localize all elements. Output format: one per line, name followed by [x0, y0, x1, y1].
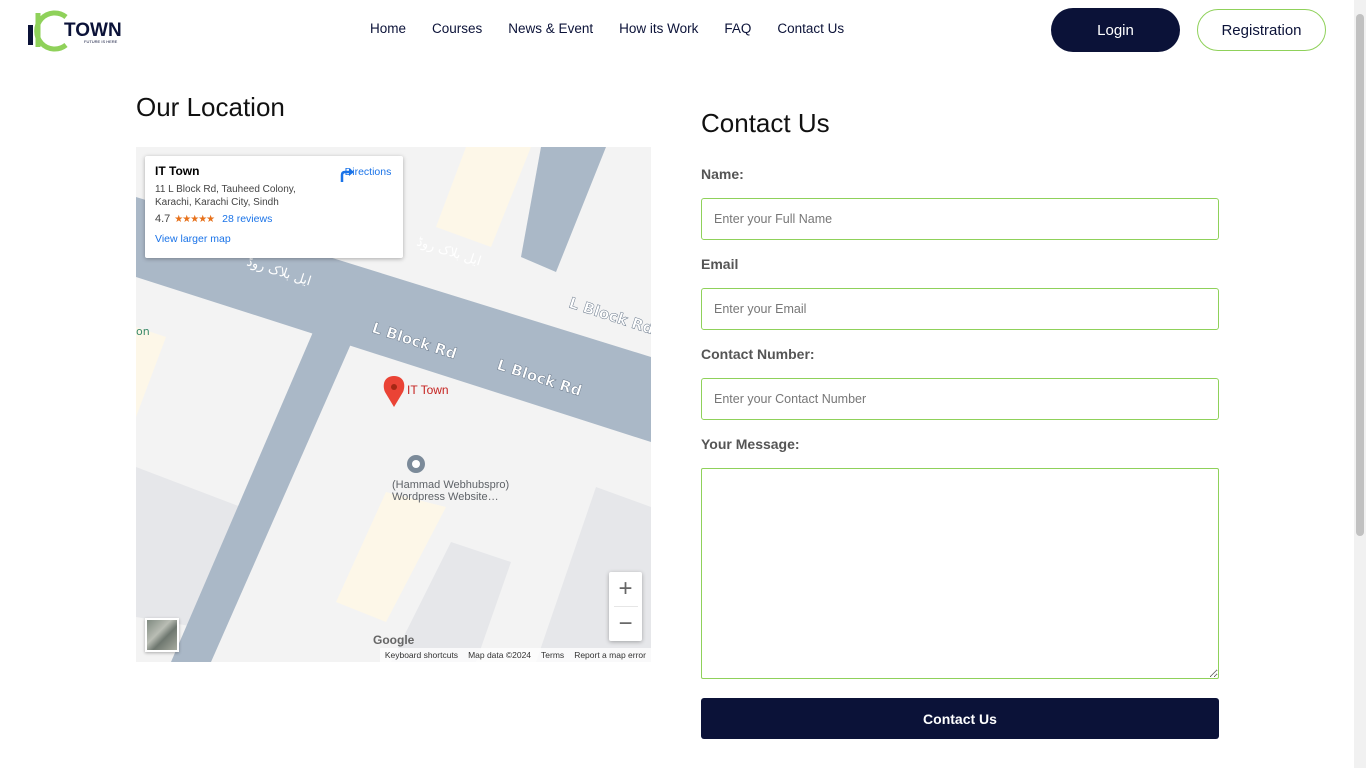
google-map[interactable]: L Block Rd L Block Rd L Block Rd ایل بلا… — [136, 147, 651, 662]
place-info-card: IT Town 11 L Block Rd, Tauheed Colony, K… — [145, 156, 403, 258]
report-error-link[interactable]: Report a map error — [574, 650, 646, 660]
map-footer: Keyboard shortcuts Map data ©2024 Terms … — [379, 648, 651, 662]
zoom-controls: + − — [609, 572, 642, 641]
contact-us-title: Contact Us — [701, 108, 830, 138]
name-input[interactable] — [701, 198, 1219, 240]
registration-button[interactable]: Registration — [1197, 9, 1326, 51]
main-nav: Home Courses News & Event How its Work F… — [370, 21, 844, 36]
contact-us-submit-button[interactable]: Contact Us — [701, 698, 1219, 739]
zoom-in-button[interactable]: + — [609, 572, 642, 606]
poi-label-line: Wordpress Website… — [392, 491, 499, 503]
partial-map-label: on — [136, 325, 150, 338]
contact-number-input[interactable] — [701, 378, 1219, 420]
google-logo: Google — [373, 633, 415, 647]
our-location-title: Our Location — [136, 92, 285, 122]
view-larger-map-link[interactable]: View larger map — [155, 233, 393, 245]
nav-how-its-work[interactable]: How its Work — [619, 21, 698, 36]
keyboard-shortcuts-link[interactable]: Keyboard shortcuts — [385, 650, 458, 660]
contact-number-label: Contact Number: — [701, 346, 815, 362]
place-address: 11 L Block Rd, Tauheed Colony, Karachi, … — [155, 184, 296, 208]
name-label: Name: — [701, 166, 744, 182]
satellite-toggle[interactable] — [145, 618, 179, 652]
pin-label[interactable]: IT Town — [407, 383, 449, 397]
nav-courses[interactable]: Courses — [432, 21, 482, 36]
nav-news-event[interactable]: News & Event — [508, 21, 593, 36]
nav-faq[interactable]: FAQ — [724, 21, 751, 36]
message-label: Your Message: — [701, 436, 800, 452]
email-input[interactable] — [701, 288, 1219, 330]
message-textarea[interactable] — [701, 468, 1219, 679]
nav-home[interactable]: Home — [370, 21, 406, 36]
logo-tagline: FUTURE IS HERE — [84, 39, 118, 44]
page-scrollbar[interactable] — [1354, 0, 1366, 768]
it-town-logo[interactable]: TOWN FUTURE IS HERE — [26, 7, 126, 53]
logo-text: TOWN — [64, 20, 122, 41]
poi-label[interactable]: (Hammad Webhubspro) Wordpress Website… — [392, 479, 509, 503]
nav-contact-us[interactable]: Contact Us — [777, 21, 844, 36]
place-rating: 4.7 ★★★★★ 28 reviews — [155, 213, 393, 225]
directions-button[interactable]: Directions — [338, 166, 398, 182]
star-icon: ★★★★★ — [174, 213, 215, 225]
site-header: TOWN FUTURE IS HERE Home Courses News & … — [0, 0, 1354, 62]
rating-value: 4.7 — [155, 213, 171, 225]
terms-link[interactable]: Terms — [541, 650, 564, 660]
directions-icon — [340, 168, 354, 182]
poi-label-line: (Hammad Webhubspro) — [392, 479, 510, 491]
scrollbar-thumb[interactable] — [1356, 14, 1364, 536]
map-data-credit: Map data ©2024 — [468, 650, 532, 660]
login-button[interactable]: Login — [1051, 8, 1180, 52]
reviews-link[interactable]: 28 reviews — [222, 213, 272, 225]
email-label: Email — [701, 256, 739, 272]
zoom-out-button[interactable]: − — [609, 607, 642, 641]
